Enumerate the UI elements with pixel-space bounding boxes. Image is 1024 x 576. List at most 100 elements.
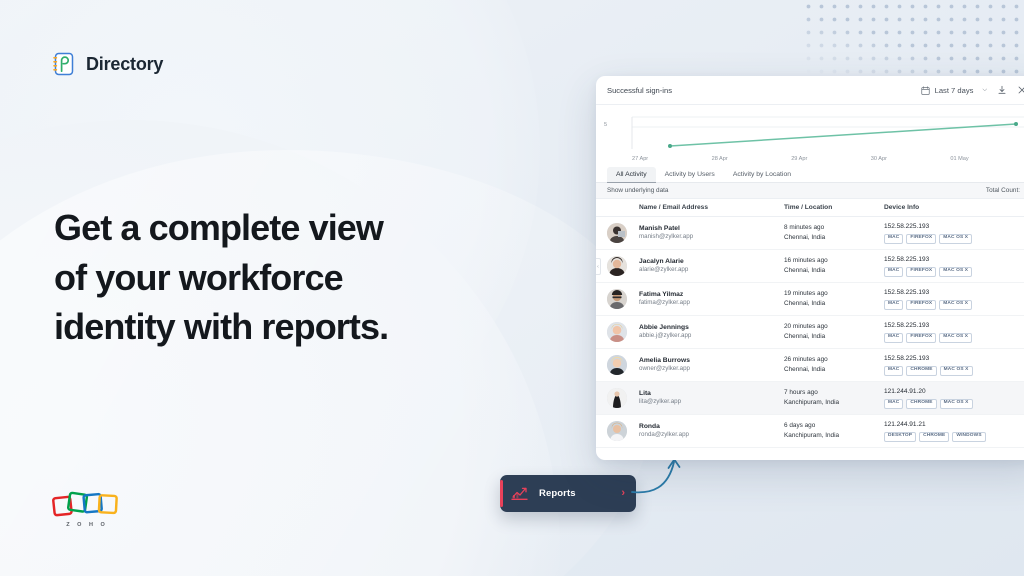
- table-row[interactable]: Jacalyn Alarie alarie@zylker.app 16 minu…: [596, 250, 1024, 283]
- avatar: [607, 355, 639, 375]
- table-header: Name / Email Address Time / Location Dev…: [596, 199, 1024, 217]
- ip-address: 152.58.225.193: [884, 223, 930, 231]
- browser-tag: FIREFOX: [906, 299, 937, 310]
- date-range-selector[interactable]: Last 7 days ⌵: [916, 83, 992, 98]
- user-name: Ronda: [639, 422, 660, 430]
- total-count: Total Count: 8: [986, 186, 1024, 195]
- signins-line-chart: 5 27 Apr 28 Apr 29 Apr 30 Apr 01 May: [596, 105, 1024, 166]
- tab-all-activity[interactable]: All Activity: [607, 167, 656, 183]
- device-tag: MAC: [884, 299, 904, 310]
- device-tags: DESKTOP CHROME WINDOWS: [884, 431, 1024, 442]
- ip-address: 121.244.91.21: [884, 421, 926, 429]
- close-button[interactable]: [1012, 80, 1024, 100]
- user-email: abbie.j@zylker.app: [639, 332, 692, 340]
- ip-address: 152.58.225.193: [884, 256, 930, 264]
- time-location: 8 minutes ago Chennai, India: [784, 223, 884, 242]
- device-tag: MAC: [884, 398, 904, 409]
- download-button[interactable]: [992, 80, 1012, 100]
- brand-logo: Directory: [52, 52, 163, 77]
- os-tag: MAC OS X: [939, 398, 973, 409]
- user-identity: Lita lita@zylker.app: [639, 389, 784, 408]
- chevron-down-icon: ⌵: [982, 86, 987, 93]
- user-email: fatima@zylker.app: [639, 299, 690, 307]
- os-tag: WINDOWS: [952, 431, 986, 442]
- os-tag: MAC OS X: [939, 332, 973, 343]
- tab-activity-by-users[interactable]: Activity by Users: [656, 167, 724, 182]
- total-count-label: Total Count:: [985, 187, 1020, 194]
- table-row[interactable]: Manish Patel manish@zylker.app 8 minutes…: [596, 217, 1024, 250]
- zoho-logo: Z O H O: [52, 489, 122, 528]
- os-tag: MAC OS X: [939, 365, 973, 376]
- reports-chart-icon: [511, 487, 528, 500]
- avatar: [607, 223, 639, 243]
- underlying-data-bar: Show underlying data Total Count: 8: [596, 183, 1024, 199]
- avatar: [607, 256, 639, 276]
- user-email: manish@zylker.app: [639, 233, 694, 241]
- zoho-wordmark: Z O H O: [66, 522, 108, 529]
- page-root: Directory Get a complete view of your wo…: [0, 0, 1024, 576]
- chart-x-tick: 27 Apr: [632, 156, 649, 162]
- avatar: [607, 388, 639, 408]
- tab-activity-by-location[interactable]: Activity by Location: [724, 167, 800, 182]
- event-location: Chennai, India: [784, 267, 826, 274]
- device-info: 152.58.225.193 MAC FIREFOX MAC OS X: [884, 255, 1024, 277]
- headline-line-2: of your workforce: [54, 256, 344, 298]
- user-name: Manish Patel: [639, 224, 680, 232]
- device-info: 121.244.91.21 DESKTOP CHROME WINDOWS: [884, 420, 1024, 442]
- reports-button[interactable]: Reports ›: [500, 475, 636, 512]
- table-row[interactable]: Amelia Burrows owner@zylker.app 26 minut…: [596, 349, 1024, 382]
- table-header-device: Device Info: [884, 204, 920, 211]
- calendar-icon: [920, 85, 930, 95]
- avatar: [607, 421, 639, 441]
- browser-tag: CHROME: [906, 398, 937, 409]
- device-tag: DESKTOP: [884, 431, 917, 442]
- event-time: 19 minutes ago: [784, 290, 828, 298]
- browser-tag: FIREFOX: [906, 332, 937, 343]
- panel-scroll-handle[interactable]: ‹: [596, 258, 601, 275]
- user-identity: Ronda ronda@zylker.app: [639, 422, 784, 441]
- user-name: Lita: [639, 389, 651, 397]
- panel-header-tools: Last 7 days ⌵: [916, 80, 1024, 100]
- device-tags: MAC FIREFOX MAC OS X: [884, 299, 1024, 310]
- ip-address: 121.244.91.20: [884, 388, 926, 396]
- download-icon: [998, 85, 1006, 94]
- reports-accent-bar: [500, 480, 503, 507]
- user-email: alarie@zylker.app: [639, 266, 689, 274]
- chevron-right-icon: ›: [621, 487, 625, 499]
- browser-tag: FIREFOX: [906, 266, 937, 277]
- event-location: Kanchipuram, India: [784, 432, 840, 439]
- table-row[interactable]: Fatima Yilmaz fatima@zylker.app 19 minut…: [596, 283, 1024, 316]
- activity-tabs: All Activity Activity by Users Activity …: [596, 166, 1024, 183]
- directory-logo-icon: [53, 52, 74, 76]
- table-row[interactable]: Ronda ronda@zylker.app 6 days ago Kanchi…: [596, 415, 1024, 448]
- user-identity: Jacalyn Alarie alarie@zylker.app: [639, 257, 784, 276]
- avatar-image: [607, 388, 627, 408]
- page-title: Get a complete view of your workforce id…: [54, 203, 494, 352]
- reports-panel: Successful sign-ins Last 7 days ⌵ 5 27 A…: [596, 76, 1024, 460]
- browser-tag: CHROME: [919, 431, 950, 442]
- device-tags: MAC FIREFOX MAC OS X: [884, 233, 1024, 244]
- table-row[interactable]: Lita lita@zylker.app 7 hours ago Kanchip…: [596, 382, 1024, 415]
- avatar-image: [607, 256, 627, 276]
- ip-address: 152.58.225.193: [884, 289, 930, 297]
- event-location: Chennai, India: [784, 333, 826, 340]
- event-location: Chennai, India: [784, 300, 826, 307]
- user-identity: Abbie Jennings abbie.j@zylker.app: [639, 323, 784, 342]
- event-location: Chennai, India: [784, 366, 826, 373]
- avatar-image: [607, 421, 627, 441]
- table-row[interactable]: Abbie Jennings abbie.j@zylker.app 20 min…: [596, 316, 1024, 349]
- device-info: 121.244.91.20 MAC CHROME MAC OS X: [884, 387, 1024, 409]
- os-tag: MAC OS X: [939, 266, 973, 277]
- device-tags: MAC CHROME MAC OS X: [884, 398, 1024, 409]
- os-tag: MAC OS X: [939, 233, 973, 244]
- browser-tag: FIREFOX: [906, 233, 937, 244]
- show-underlying-data-link[interactable]: Show underlying data: [607, 187, 668, 194]
- device-tags: MAC CHROME MAC OS X: [884, 365, 1024, 376]
- event-time: 8 minutes ago: [784, 224, 825, 232]
- time-location: 19 minutes ago Chennai, India: [784, 289, 884, 308]
- ip-address: 152.58.225.193: [884, 355, 930, 363]
- user-name: Fatima Yilmaz: [639, 290, 684, 298]
- chart-x-tick: 30 Apr: [870, 156, 887, 162]
- user-email: ronda@zylker.app: [639, 431, 689, 439]
- device-tag: MAC: [884, 332, 904, 343]
